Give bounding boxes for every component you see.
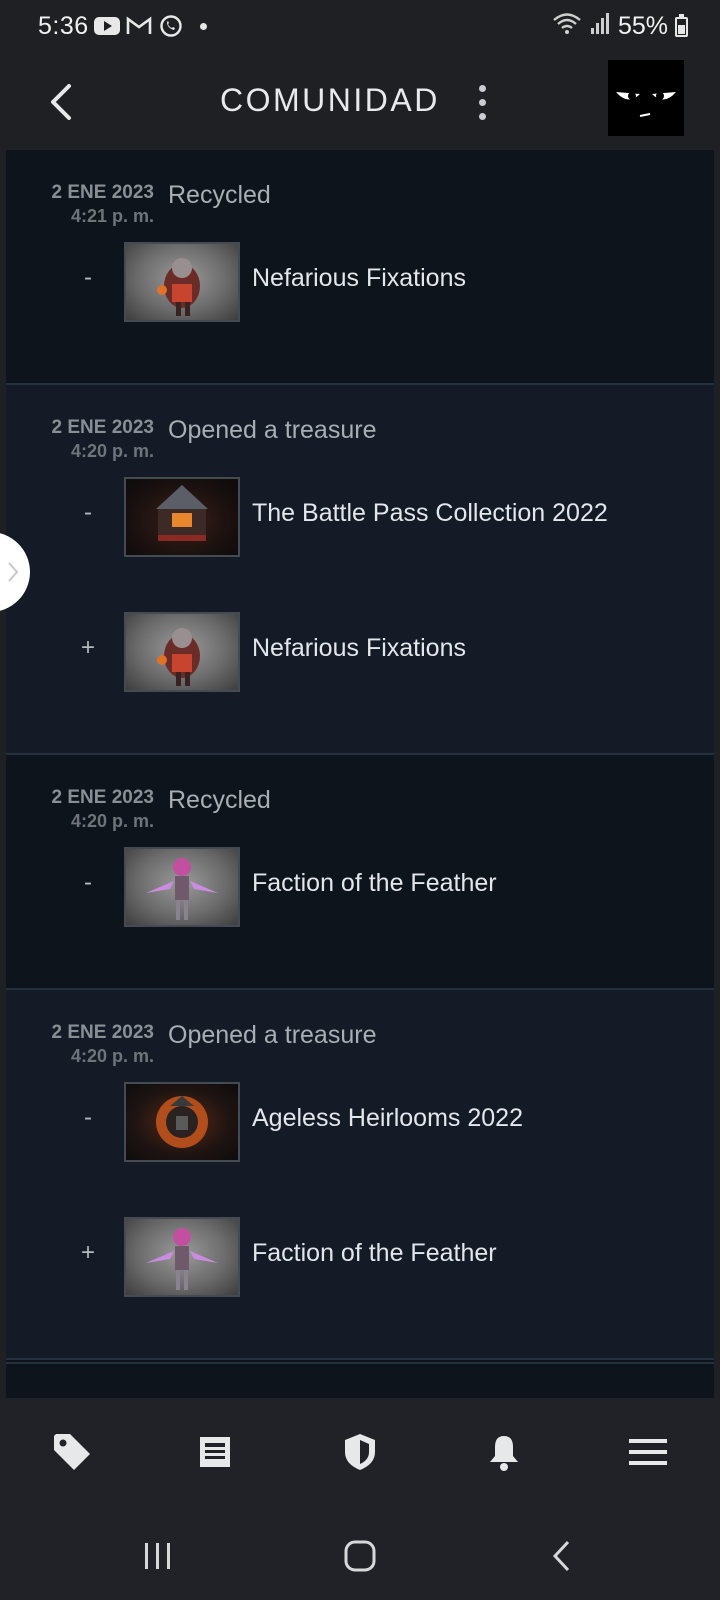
item-thumbnail[interactable] (124, 612, 240, 692)
feed-entry: 2 ENE 2023 4:20 p. m. Recycled - Faction… (6, 755, 714, 990)
entry-time: 4:20 p. m. (70, 811, 154, 831)
feed-entry: 2 ENE 2023 4:20 p. m. Opened a treasure … (6, 990, 714, 1360)
item-thumbnail[interactable] (124, 1082, 240, 1162)
shield-icon[interactable] (334, 1426, 386, 1478)
status-time: 5:36 (38, 12, 89, 40)
entry-item-row[interactable]: - The Battle Pass Collection 2022 (6, 477, 714, 557)
home-icon[interactable] (330, 1526, 390, 1586)
item-thumbnail[interactable] (124, 1217, 240, 1297)
news-icon[interactable] (189, 1426, 241, 1478)
battery-percent: 55% (617, 12, 668, 40)
entry-date: 2 ENE 2023 (51, 417, 154, 438)
angry-eyes-avatar-icon (608, 60, 684, 136)
chevron-right-icon (8, 562, 19, 582)
feed-entry: 2 ENE 2023 4:21 p. m. Recycled - Nefario… (6, 150, 714, 385)
item-thumbnail[interactable] (124, 477, 240, 557)
entry-item-row[interactable]: - Ageless Heirlooms 2022 (6, 1082, 714, 1162)
status-notification-icons (94, 14, 207, 38)
activity-feed[interactable]: 2 ENE 2023 4:21 p. m. Recycled - Nefario… (6, 150, 714, 1398)
battery-icon (675, 14, 688, 37)
system-nav-bar (0, 1506, 720, 1600)
feed-entry-partial (6, 1362, 714, 1398)
entry-item-row[interactable]: - Faction of the Feather (6, 847, 714, 927)
item-thumbnail[interactable] (124, 847, 240, 927)
item-name[interactable]: The Battle Pass Collection 2022 (252, 499, 608, 528)
item-sign: + (80, 634, 95, 661)
item-name[interactable]: Faction of the Feather (252, 869, 497, 898)
youtube-icon (94, 14, 120, 38)
entry-time: 4:21 p. m. (70, 206, 154, 226)
item-sign: - (84, 264, 92, 291)
entry-date: 2 ENE 2023 (51, 1022, 154, 1043)
item-sign: + (80, 1239, 95, 1266)
item-name[interactable]: Nefarious Fixations (252, 634, 466, 663)
entry-item-row[interactable]: + Nefarious Fixations (6, 612, 714, 692)
item-name[interactable]: Faction of the Feather (252, 1239, 497, 1268)
tag-icon[interactable] (46, 1426, 98, 1478)
wifi-icon (552, 12, 582, 41)
entry-date: 2 ENE 2023 (51, 787, 154, 808)
entry-action: Recycled (168, 181, 271, 209)
back-arrow-icon[interactable] (36, 76, 88, 128)
item-sign: - (84, 869, 92, 896)
recent-apps-icon[interactable] (128, 1526, 188, 1586)
item-name[interactable]: Nefarious Fixations (252, 264, 466, 293)
signal-icon (590, 12, 610, 41)
app-bar: COMUNIDAD (0, 54, 720, 150)
gmail-icon (126, 14, 152, 38)
entry-date: 2 ENE 2023 (51, 182, 154, 203)
system-back-icon[interactable] (532, 1526, 592, 1586)
entry-time: 4:20 p. m. (70, 441, 154, 461)
entry-action: Opened a treasure (168, 416, 377, 444)
entry-item-row[interactable]: - Nefarious Fixations (6, 242, 714, 322)
more-vert-icon[interactable] (470, 78, 494, 126)
whatsapp-icon (158, 14, 184, 38)
avatar[interactable] (608, 60, 684, 136)
hamburger-menu-icon[interactable] (622, 1426, 674, 1478)
status-system-icons: 55% (552, 12, 668, 41)
notification-dot (200, 22, 207, 30)
status-bar: 5:36 55% (0, 0, 720, 54)
item-thumbnail[interactable] (124, 242, 240, 322)
bell-icon[interactable] (478, 1426, 530, 1478)
page-title: COMUNIDAD (220, 82, 440, 118)
entry-time: 4:20 p. m. (70, 1046, 154, 1066)
item-sign: - (84, 499, 92, 526)
item-sign: - (84, 1104, 92, 1131)
bottom-nav (0, 1398, 720, 1506)
item-name[interactable]: Ageless Heirlooms 2022 (252, 1104, 523, 1133)
entry-item-row[interactable]: + Faction of the Feather (6, 1217, 714, 1297)
entry-action: Opened a treasure (168, 1021, 377, 1049)
entry-action: Recycled (168, 786, 271, 814)
feed-entry: 2 ENE 2023 4:20 p. m. Opened a treasure … (6, 385, 714, 755)
